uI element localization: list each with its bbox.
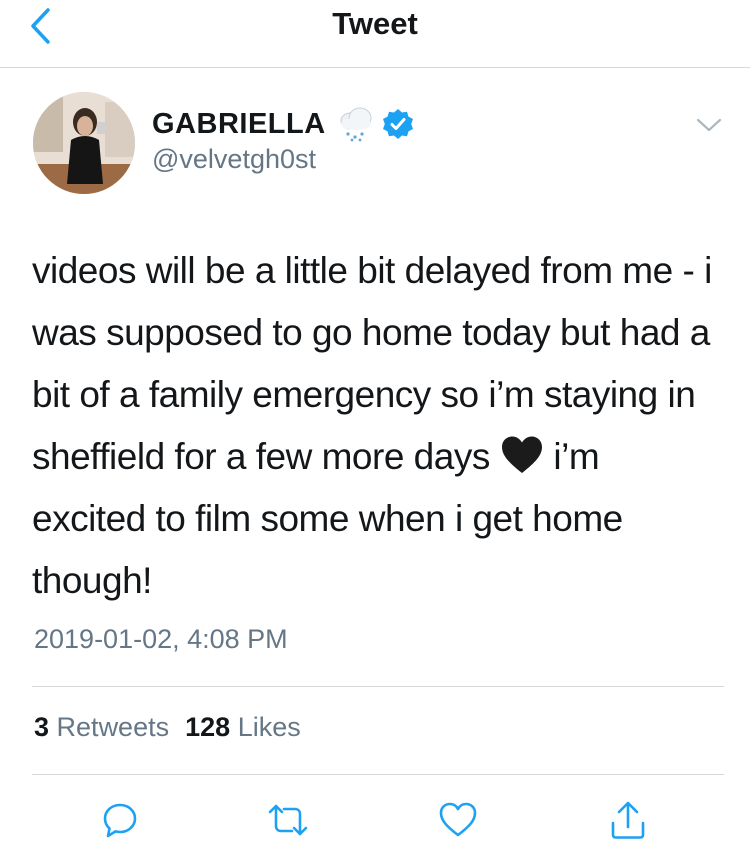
avatar[interactable] — [33, 92, 135, 194]
retweets-stat[interactable]: 3 Retweets — [34, 712, 169, 743]
likes-count: 128 — [185, 712, 231, 742]
black-heart-icon — [501, 436, 542, 473]
tweet-timestamp: 2019-01-02, 4:08 PM — [34, 624, 288, 654]
reply-button[interactable] — [96, 796, 144, 844]
like-button[interactable] — [434, 796, 482, 844]
tweet-text-part-1: videos will be a little bit delayed from… — [32, 250, 712, 477]
share-icon — [611, 801, 645, 839]
retweets-label: Retweets — [56, 712, 170, 742]
page-title: Tweet — [332, 6, 418, 41]
retweet-button[interactable] — [264, 796, 312, 844]
retweet-icon — [268, 804, 308, 836]
author-name[interactable]: GABRIELLA — [152, 108, 326, 141]
author-name-row: GABRIELLA — [152, 106, 414, 142]
share-button[interactable] — [604, 796, 652, 844]
tweet-stats: 3 Retweets 128 Likes — [34, 712, 301, 743]
like-icon — [439, 802, 477, 837]
verified-badge-icon — [382, 109, 413, 139]
retweets-count: 3 — [34, 712, 50, 742]
chevron-down-icon[interactable] — [694, 110, 724, 140]
cloud-snow-emoji-icon — [340, 107, 372, 142]
likes-label: Likes — [237, 712, 301, 742]
top-nav-bar: Tweet — [0, 0, 750, 68]
divider — [32, 774, 724, 775]
tweet-text: videos will be a little bit delayed from… — [32, 240, 722, 612]
reply-icon — [103, 803, 137, 838]
divider — [32, 686, 724, 687]
avatar-photo — [33, 92, 135, 194]
likes-stat[interactable]: 128 Likes — [185, 712, 301, 743]
action-bar — [0, 796, 750, 844]
author-handle[interactable]: @velvetgh0st — [152, 144, 316, 175]
